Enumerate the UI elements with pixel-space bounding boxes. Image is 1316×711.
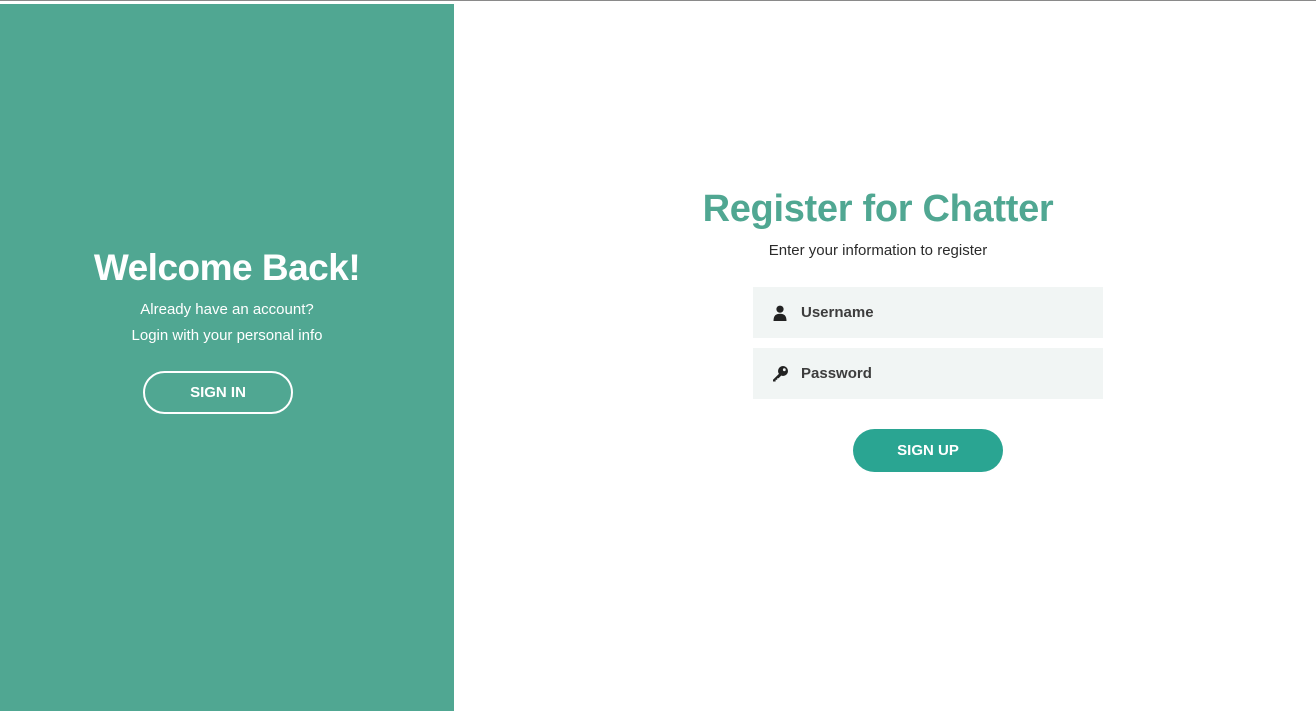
username-input[interactable]	[801, 297, 1081, 328]
user-icon	[771, 304, 789, 322]
welcome-text-line-2: Login with your personal info	[131, 327, 323, 344]
welcome-text-line-1: Already have an account?	[140, 301, 314, 318]
welcome-title: Welcome Back!	[93, 247, 361, 288]
key-icon	[771, 365, 789, 383]
username-field[interactable]	[753, 287, 1103, 338]
sign-up-button[interactable]: SIGN UP	[853, 429, 1003, 472]
auth-page: Welcome Back! Already have an account? L…	[0, 0, 1316, 711]
register-title: Register for Chatter	[702, 188, 1054, 230]
register-panel: Register for Chatter Enter your informat…	[454, 4, 1316, 711]
sign-in-button[interactable]: SIGN IN	[143, 371, 293, 414]
welcome-panel: Welcome Back! Already have an account? L…	[0, 4, 454, 711]
register-subtitle: Enter your information to register	[768, 242, 988, 259]
password-input[interactable]	[801, 358, 1081, 389]
password-field[interactable]	[753, 348, 1103, 399]
